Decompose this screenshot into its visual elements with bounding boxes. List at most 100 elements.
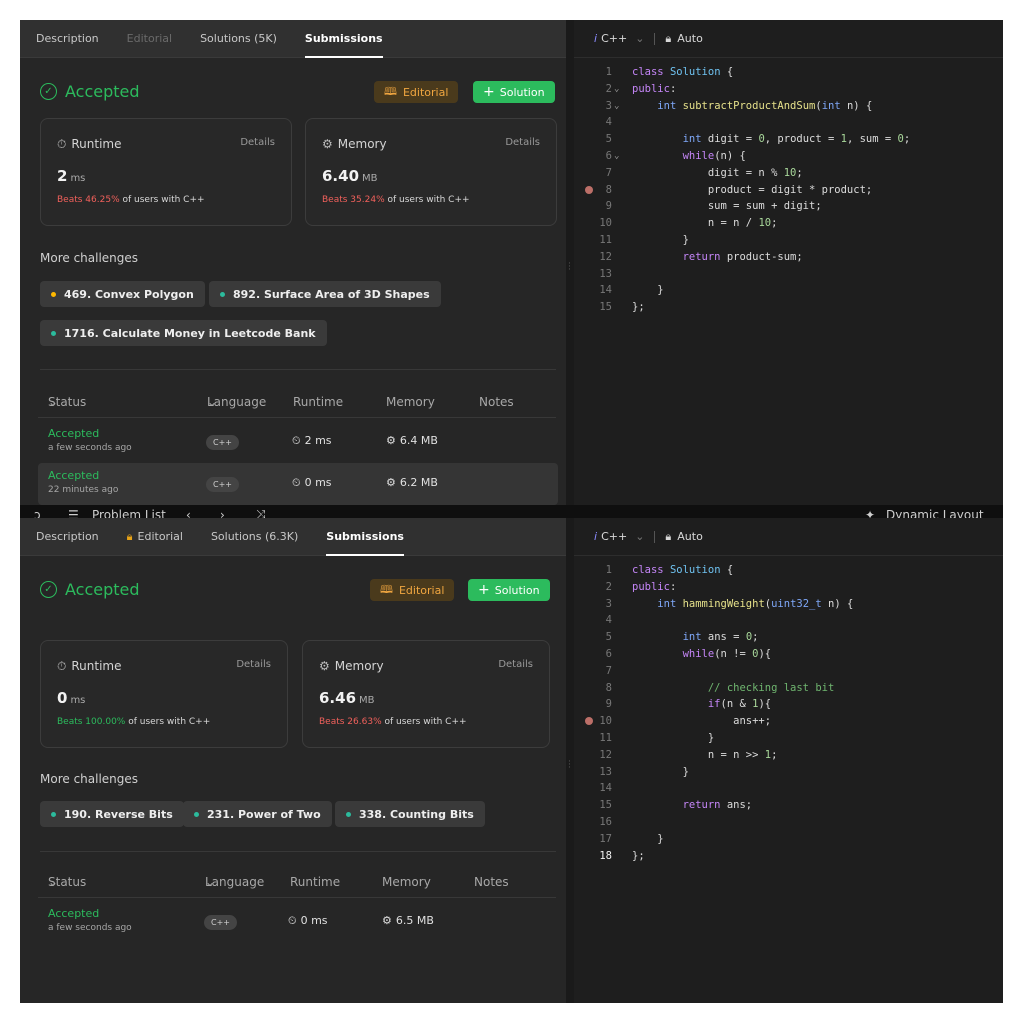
code-line[interactable]: 4: [574, 612, 1003, 629]
difficulty-dot: [346, 811, 351, 817]
code-line[interactable]: 17 }: [574, 831, 1003, 848]
submission-row[interactable]: Accepted a few seconds ago C++ ⏲ 0 ms ⚙ 6.…: [38, 901, 558, 943]
tab-description[interactable]: Description: [36, 518, 99, 556]
language-select[interactable]: C++: [601, 530, 627, 543]
problem-list-link[interactable]: Problem List: [92, 508, 166, 518]
auto-mode-label[interactable]: Auto: [677, 32, 703, 45]
editorial-button[interactable]: 🕮 Editorial: [370, 579, 455, 601]
code-line[interactable]: 8 // checking last bit: [574, 680, 1003, 697]
challenge-chip[interactable]: 190. Reverse Bits: [40, 801, 184, 827]
code-line[interactable]: 16: [574, 814, 1003, 831]
submission-row[interactable]: Accepted a few seconds ago C++ ⏲ 2 ms ⚙ 6.…: [38, 421, 558, 463]
tab-submissions[interactable]: Submissions: [326, 518, 404, 556]
solution-button[interactable]: + Solution: [473, 81, 555, 103]
auto-mode-label[interactable]: Auto: [677, 530, 703, 543]
line-number: 10: [599, 715, 612, 728]
code-line[interactable]: 10 n = n / 10;: [574, 215, 1003, 232]
runtime-title: Runtime: [71, 137, 122, 151]
code-line[interactable]: 7 digit = n % 10;: [574, 165, 1003, 182]
code-line[interactable]: 5 int digit = 0, product = 1, sum = 0;: [574, 131, 1003, 148]
code-text: if(n & 1){: [707, 698, 772, 711]
memory-title: Memory: [337, 137, 387, 151]
challenge-chip[interactable]: 231. Power of Two: [183, 801, 332, 827]
line-number: 6: [605, 647, 612, 660]
code-line[interactable]: 2 public:: [574, 579, 1003, 596]
difficulty-dot: [220, 291, 225, 297]
chevron-down-icon[interactable]: ⌄: [635, 530, 644, 543]
solution-button[interactable]: + Solution: [468, 579, 550, 601]
code-line[interactable]: 7: [574, 663, 1003, 680]
code-line[interactable]: 12 n = n >> 1;: [574, 747, 1003, 764]
code-line[interactable]: 4: [574, 114, 1003, 131]
code-line[interactable]: 8 product = digit * product;: [574, 182, 1003, 199]
code-line[interactable]: 6 ⌄ while(n) {: [574, 148, 1003, 165]
tab-editorial[interactable]: 🔒︎ Editorial: [127, 518, 183, 556]
runtime-card-title: ⏱ Runtime: [57, 137, 122, 152]
difficulty-dot: [51, 330, 56, 336]
code-line[interactable]: 2 ⌄ public:: [574, 81, 1003, 98]
code-line[interactable]: 1 class Solution {: [574, 64, 1003, 81]
code-line[interactable]: 14 }: [574, 282, 1003, 299]
memory-header: Memory: [382, 875, 431, 889]
challenge-chip[interactable]: 469. Convex Polygon: [40, 281, 205, 307]
chevron-down-icon: ⌄: [207, 395, 218, 409]
code-line[interactable]: 5 int ans = 0;: [574, 629, 1003, 646]
tab-solutions[interactable]: Solutions (6.3K): [211, 518, 298, 556]
dynamic-layout-button[interactable]: Dynamic Layout: [886, 508, 984, 518]
panel-resize-handle[interactable]: · · ·: [566, 518, 574, 1003]
language-select[interactable]: C++: [601, 32, 627, 45]
code-text: while(n != 0){: [682, 647, 772, 660]
editorial-button[interactable]: 🕮 Editorial: [374, 81, 459, 103]
code-line[interactable]: 3 ⌄ int subtractProductAndSum(int n) {: [574, 98, 1003, 115]
code-line[interactable]: 14: [574, 780, 1003, 797]
line-number: 16: [599, 815, 612, 828]
runtime-details-link[interactable]: Details: [236, 659, 271, 670]
editor-toolbar: i C++ ⌄ 🔒︎ Auto: [574, 20, 1003, 58]
code-line[interactable]: 13: [574, 266, 1003, 283]
submission-runtime: ⏲ 0 ms: [292, 476, 332, 490]
runtime-details-link[interactable]: Details: [240, 137, 275, 148]
line-number: 6: [605, 149, 612, 162]
code-line[interactable]: 6 while(n != 0){: [574, 646, 1003, 663]
code-area[interactable]: 1 class Solution {2 public: 3 int hammingWe…: [574, 562, 1003, 864]
challenge-chip[interactable]: 338. Counting Bits: [335, 801, 485, 827]
panel-resize-handle[interactable]: · · ·: [566, 20, 574, 505]
code-line[interactable]: 11 }: [574, 730, 1003, 747]
prev-problem-button[interactable]: ‹: [186, 508, 191, 518]
code-line[interactable]: 9 sum = sum + digit;: [574, 198, 1003, 215]
code-line[interactable]: 3 int hammingWeight(uint32_t n) {: [574, 596, 1003, 613]
breakpoint-icon[interactable]: [585, 185, 593, 194]
chip-icon: ⚙: [322, 137, 333, 151]
grip-icon: · · ·: [568, 258, 571, 275]
memory-unit: MB: [359, 695, 375, 706]
tab-description[interactable]: Description: [36, 20, 99, 58]
chevron-down-icon[interactable]: ⌄: [635, 32, 644, 45]
tab-submissions[interactable]: Submissions: [304, 20, 383, 58]
submission-row[interactable]: Accepted 22 minutes ago C++ ⏲ 0 ms ⚙ 6.2 M…: [38, 463, 558, 505]
divider: [38, 897, 556, 898]
challenge-chip[interactable]: 1716. Calculate Money in Leetcode Bank: [40, 320, 327, 346]
code-line[interactable]: 15 return ans;: [574, 797, 1003, 814]
shuffle-icon[interactable]: ⤨: [256, 507, 266, 518]
code-line[interactable]: 1 class Solution {: [574, 562, 1003, 579]
chevron-down-icon: ⌄: [48, 875, 59, 889]
code-line[interactable]: 13 }: [574, 764, 1003, 781]
next-problem-button[interactable]: ›: [220, 508, 225, 518]
code-line[interactable]: 11 }: [574, 232, 1003, 249]
code-line[interactable]: 18};: [574, 848, 1003, 865]
code-line[interactable]: 10 ans++;: [574, 713, 1003, 730]
code-line[interactable]: 9 if(n & 1){: [574, 696, 1003, 713]
fold-chevron-icon[interactable]: ⌄: [614, 81, 619, 98]
tab-editorial[interactable]: Editorial: [127, 20, 172, 58]
panel-tabs: Description 🔒︎ Editorial Solutions (6.3K)…: [20, 518, 566, 556]
memory-details-link[interactable]: Details: [498, 659, 533, 670]
fold-chevron-icon[interactable]: ⌄: [614, 148, 619, 165]
challenge-chip[interactable]: 892. Surface Area of 3D Shapes: [209, 281, 441, 307]
memory-details-link[interactable]: Details: [505, 137, 540, 148]
tab-solutions[interactable]: Solutions (5K): [200, 20, 277, 58]
fold-chevron-icon[interactable]: ⌄: [614, 98, 619, 115]
runtime-unit: ms: [70, 695, 86, 706]
code-line[interactable]: 12 return product-sum;: [574, 249, 1003, 266]
code-area[interactable]: 1 class Solution {2 ⌄ public: 3 ⌄ int subtrac…: [574, 64, 1003, 316]
code-line[interactable]: 15};: [574, 299, 1003, 316]
